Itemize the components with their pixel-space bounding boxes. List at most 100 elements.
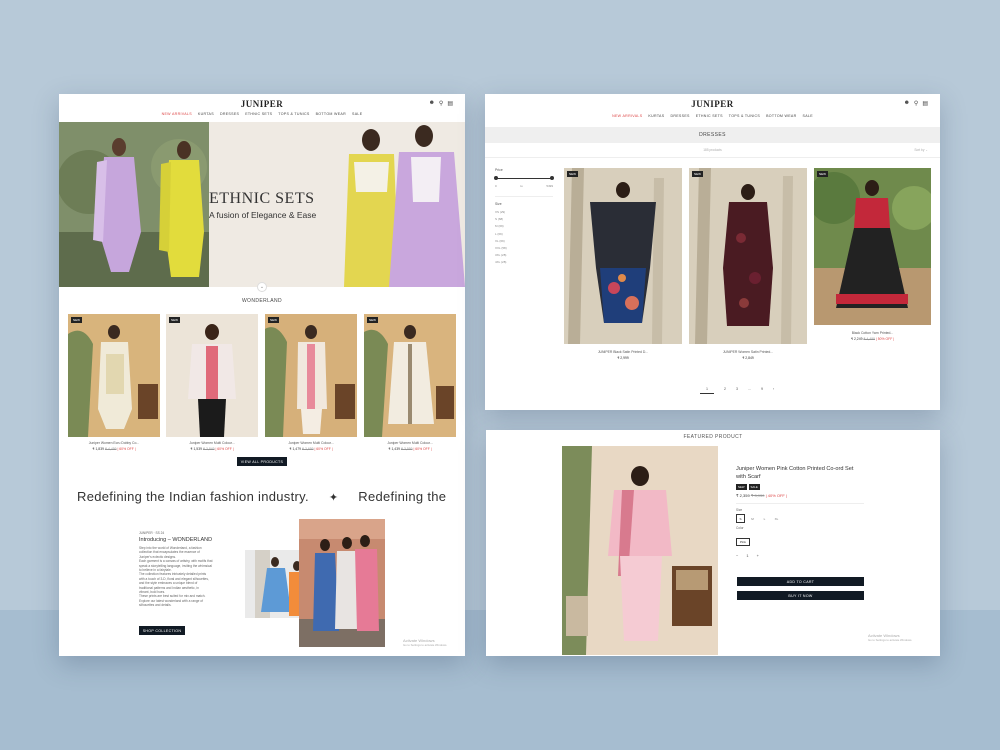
bag-icon[interactable]: ▤ bbox=[447, 100, 453, 107]
size-options: S M L XL bbox=[736, 514, 864, 523]
size-filter-option[interactable]: M (69) bbox=[495, 223, 553, 230]
slider-handle-max[interactable] bbox=[550, 176, 554, 180]
size-filter-option[interactable]: XL (69) bbox=[495, 238, 553, 245]
page-3[interactable]: 3 bbox=[736, 387, 738, 394]
filter-sidebar: Price 0 to 5499 Size XS (29) S (68) M (69)… bbox=[494, 168, 554, 267]
size-filter-option[interactable]: 4XL (28) bbox=[495, 259, 553, 266]
price-to-input[interactable]: 5499 bbox=[546, 184, 553, 188]
product-price: ₹ 1,439 ₹ 3,599 | 60% OFF | bbox=[364, 447, 456, 451]
user-icon[interactable]: ☻ bbox=[429, 100, 435, 107]
product-badge: NEW bbox=[692, 171, 703, 177]
main-nav: NEW ARRIVALS KURTAS DRESSES ETHNIC SETS … bbox=[59, 112, 465, 116]
nav-tops-tunics[interactable]: TOPS & TUNICS bbox=[729, 114, 760, 118]
size-label: Size bbox=[736, 508, 743, 512]
page-1[interactable]: 1 bbox=[700, 387, 714, 394]
price-discount: | 50% OFF | bbox=[875, 337, 895, 341]
product-card-2[interactable]: NEW bbox=[166, 314, 258, 437]
slider-handle-min[interactable] bbox=[494, 176, 498, 180]
featured-badges: NEW SALE bbox=[736, 484, 864, 490]
pagination: 1 2 3 ... 9 › bbox=[700, 387, 774, 394]
product-name[interactable]: JUNIPER Women Satin Printed... bbox=[689, 350, 807, 354]
product-card-1[interactable]: NEW bbox=[68, 314, 160, 437]
add-to-cart-button[interactable]: ADD TO CART bbox=[737, 577, 864, 586]
header-icons: ☻ ⚲ ▤ bbox=[429, 100, 453, 107]
qty-value[interactable]: 1 bbox=[746, 553, 748, 558]
view-all-button[interactable]: VIEW ALL PRODUCTS bbox=[237, 457, 287, 466]
size-filter-option[interactable]: L (69) bbox=[495, 231, 553, 238]
nav-bottom-wear[interactable]: BOTTOM WEAR bbox=[766, 114, 796, 118]
size-filter-option[interactable]: XS (29) bbox=[495, 209, 553, 216]
nav-dresses[interactable]: DRESSES bbox=[220, 112, 239, 116]
nav-kurtas[interactable]: KURTAS bbox=[648, 114, 664, 118]
product-badge: NEW bbox=[817, 171, 828, 177]
brand-logo[interactable]: JUNIPER bbox=[485, 99, 940, 109]
qty-plus-button[interactable]: + bbox=[757, 553, 759, 558]
collage-image-large bbox=[299, 519, 385, 647]
badge-sale: SALE bbox=[748, 484, 760, 490]
nav-ethnic-sets[interactable]: ETHNIC SETS bbox=[696, 114, 723, 118]
color-option[interactable]: Pink bbox=[736, 538, 750, 546]
price-discount: | 60% OFF | bbox=[215, 447, 234, 451]
product-name[interactable]: Juniper Women Multi Colour... bbox=[166, 441, 258, 445]
nav-sale[interactable]: SALE bbox=[352, 112, 362, 116]
featured-product-image[interactable] bbox=[562, 446, 718, 655]
price-to-label: to bbox=[520, 184, 523, 188]
sort-select[interactable]: Sort by ⌄ bbox=[914, 148, 928, 152]
hero-subtitle: A fusion of Elegance & Ease bbox=[209, 210, 317, 220]
price-old: ₹ 4,499 bbox=[104, 447, 117, 451]
product-name[interactable]: Juniper Women Ecru Dobby Co... bbox=[68, 441, 160, 445]
hero-banner[interactable]: ETHNIC SETS A fusion of Elegance & Ease bbox=[59, 122, 465, 287]
price-from-input[interactable]: 0 bbox=[495, 184, 497, 188]
nav-ethnic-sets[interactable]: ETHNIC SETS bbox=[245, 112, 272, 116]
shop-collection-button[interactable]: SHOP COLLECTION bbox=[139, 626, 185, 635]
size-filter-option[interactable]: S (68) bbox=[495, 216, 553, 223]
nav-new-arrivals[interactable]: NEW ARRIVALS bbox=[612, 114, 642, 118]
product-card-4[interactable]: NEW bbox=[364, 314, 456, 437]
qty-minus-button[interactable]: − bbox=[736, 553, 738, 558]
size-option[interactable]: XL bbox=[772, 514, 781, 523]
product-name[interactable]: Juniper Women Multi Colour... bbox=[364, 441, 456, 445]
product-badge: NEW bbox=[71, 317, 82, 323]
color-label: Color bbox=[736, 526, 744, 530]
nav-new-arrivals[interactable]: NEW ARRIVALS bbox=[162, 112, 192, 116]
size-option[interactable]: S bbox=[736, 514, 745, 523]
buy-now-button[interactable]: BUY IT NOW bbox=[737, 591, 864, 600]
nav-dresses[interactable]: DRESSES bbox=[670, 114, 689, 118]
product-name[interactable]: JUNIPER Black Satin Printed D... bbox=[564, 350, 682, 354]
nav-bottom-wear[interactable]: BOTTOM WEAR bbox=[316, 112, 346, 116]
product-name[interactable]: Black Cotton Yarn Printed... bbox=[814, 331, 931, 335]
listing-product-1[interactable]: NEW bbox=[564, 168, 682, 344]
user-icon[interactable]: ☻ bbox=[904, 100, 910, 107]
search-icon[interactable]: ⚲ bbox=[914, 100, 918, 107]
price-slider[interactable] bbox=[494, 176, 554, 180]
hero-scroll-icon[interactable]: ⌄ bbox=[257, 282, 267, 292]
collection-title: DRESSES bbox=[699, 132, 726, 138]
listing-product-3[interactable]: NEW bbox=[814, 168, 931, 325]
search-icon[interactable]: ⚲ bbox=[439, 100, 443, 107]
price-old: ₹ 3,699 bbox=[301, 447, 314, 451]
size-option[interactable]: L bbox=[760, 514, 769, 523]
page-9[interactable]: 9 bbox=[761, 387, 763, 394]
price-current: ₹ 1,439 bbox=[388, 447, 400, 451]
listing-product-2[interactable]: NEW bbox=[689, 168, 807, 344]
product-name[interactable]: Juniper Women Multi Colour... bbox=[265, 441, 357, 445]
size-filter-option[interactable]: 3XL (28) bbox=[495, 252, 553, 259]
nav-sale[interactable]: SALE bbox=[803, 114, 813, 118]
listing-page-card: JUNIPER ☻ ⚲ ▤ NEW ARRIVALS KURTAS DRESSE… bbox=[485, 94, 940, 410]
product-badge: NEW bbox=[268, 317, 279, 323]
brand-logo[interactable]: JUNIPER bbox=[59, 99, 465, 109]
bag-icon[interactable]: ▤ bbox=[922, 100, 928, 107]
size-option[interactable]: M bbox=[748, 514, 757, 523]
filter-size-label[interactable]: Size bbox=[495, 202, 553, 206]
nav-kurtas[interactable]: KURTAS bbox=[198, 112, 214, 116]
product-card-3[interactable]: NEW bbox=[265, 314, 357, 437]
nav-tops-tunics[interactable]: TOPS & TUNICS bbox=[278, 112, 309, 116]
page-2[interactable]: 2 bbox=[724, 387, 726, 394]
product-count: 185 products bbox=[703, 148, 722, 152]
size-filter-option[interactable]: XXL (58) bbox=[495, 245, 553, 252]
filter-price-label[interactable]: Price bbox=[495, 168, 553, 172]
site-header: JUNIPER ☻ ⚲ ▤ NEW ARRIVALS KURTAS DRESSE… bbox=[59, 94, 465, 122]
price-range: 0 to 5499 bbox=[495, 184, 553, 188]
marquee: Redefining the Indian fashion industry. … bbox=[77, 489, 465, 504]
next-page-icon[interactable]: › bbox=[773, 387, 774, 394]
